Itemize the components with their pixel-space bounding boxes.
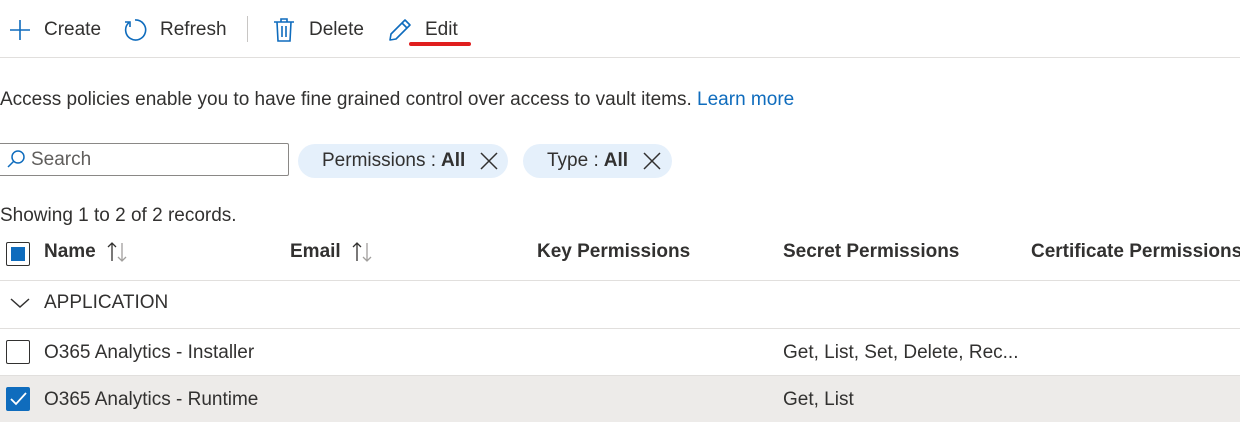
description-text: Access policies enable you to have fine … (0, 89, 692, 110)
row-divider (0, 375, 1240, 376)
column-header-key-permissions: Key Permissions (537, 241, 691, 262)
group-header-application[interactable]: APPLICATION (10, 292, 168, 314)
pencil-icon (389, 19, 411, 41)
type-filter-value: All (603, 150, 629, 171)
remove-filter-icon[interactable] (642, 151, 662, 171)
create-button[interactable]: Create (8, 14, 101, 46)
records-count: Showing 1 to 2 of 2 records. (0, 205, 237, 226)
row-secret-permissions: Get, List (783, 389, 854, 410)
column-header-name-label: Name (44, 241, 96, 262)
refresh-label: Refresh (160, 19, 227, 40)
delete-label: Delete (309, 19, 364, 40)
command-bar: Create Refresh Delete Edit (0, 0, 1240, 58)
row-name[interactable]: O365 Analytics - Runtime (44, 389, 258, 411)
row-divider (0, 328, 1240, 329)
create-label: Create (44, 19, 102, 40)
edit-label: Edit (425, 19, 458, 40)
row-name[interactable]: O365 Analytics - Installer (44, 342, 254, 364)
select-all-checkbox[interactable] (6, 242, 30, 266)
row-checkbox-checked[interactable] (6, 387, 30, 411)
checkmark-icon (10, 392, 27, 406)
trash-icon (274, 18, 294, 42)
permissions-filter-value: All (441, 150, 466, 171)
refresh-button[interactable]: Refresh (122, 14, 227, 46)
row-secret-permissions: Get, List, Set, Delete, Rec... (783, 342, 1019, 363)
search-box[interactable] (0, 143, 289, 176)
refresh-icon (124, 19, 147, 41)
toolbar-divider (247, 16, 248, 42)
type-filter-label: Type : (547, 150, 599, 171)
column-header-certificate-permissions: Certificate Permissions (1031, 241, 1240, 262)
learn-more-link[interactable]: Learn more (697, 89, 794, 110)
column-header-name[interactable]: Name (44, 241, 130, 263)
plus-icon (10, 20, 30, 40)
column-header-secret-permissions: Secret Permissions (783, 241, 960, 262)
row-checkbox[interactable] (6, 340, 30, 364)
type-filter-pill[interactable]: Type : All (523, 144, 672, 178)
permissions-filter-pill[interactable]: Permissions : All (298, 144, 508, 178)
header-divider (0, 280, 1240, 281)
edit-highlight-underline (409, 42, 471, 46)
permissions-filter-label: Permissions : (322, 150, 437, 171)
chevron-down-icon[interactable] (10, 296, 30, 310)
search-icon (7, 149, 25, 168)
delete-button[interactable]: Delete (273, 14, 364, 46)
sort-icon[interactable] (351, 241, 375, 263)
search-input[interactable] (31, 148, 271, 171)
remove-filter-icon[interactable] (479, 151, 499, 171)
column-header-email-label: Email (290, 241, 341, 262)
group-label: APPLICATION (44, 292, 169, 313)
column-header-email[interactable]: Email (290, 241, 375, 263)
sort-icon[interactable] (106, 241, 130, 263)
access-policies-description: Access policies enable you to have fine … (0, 89, 794, 111)
